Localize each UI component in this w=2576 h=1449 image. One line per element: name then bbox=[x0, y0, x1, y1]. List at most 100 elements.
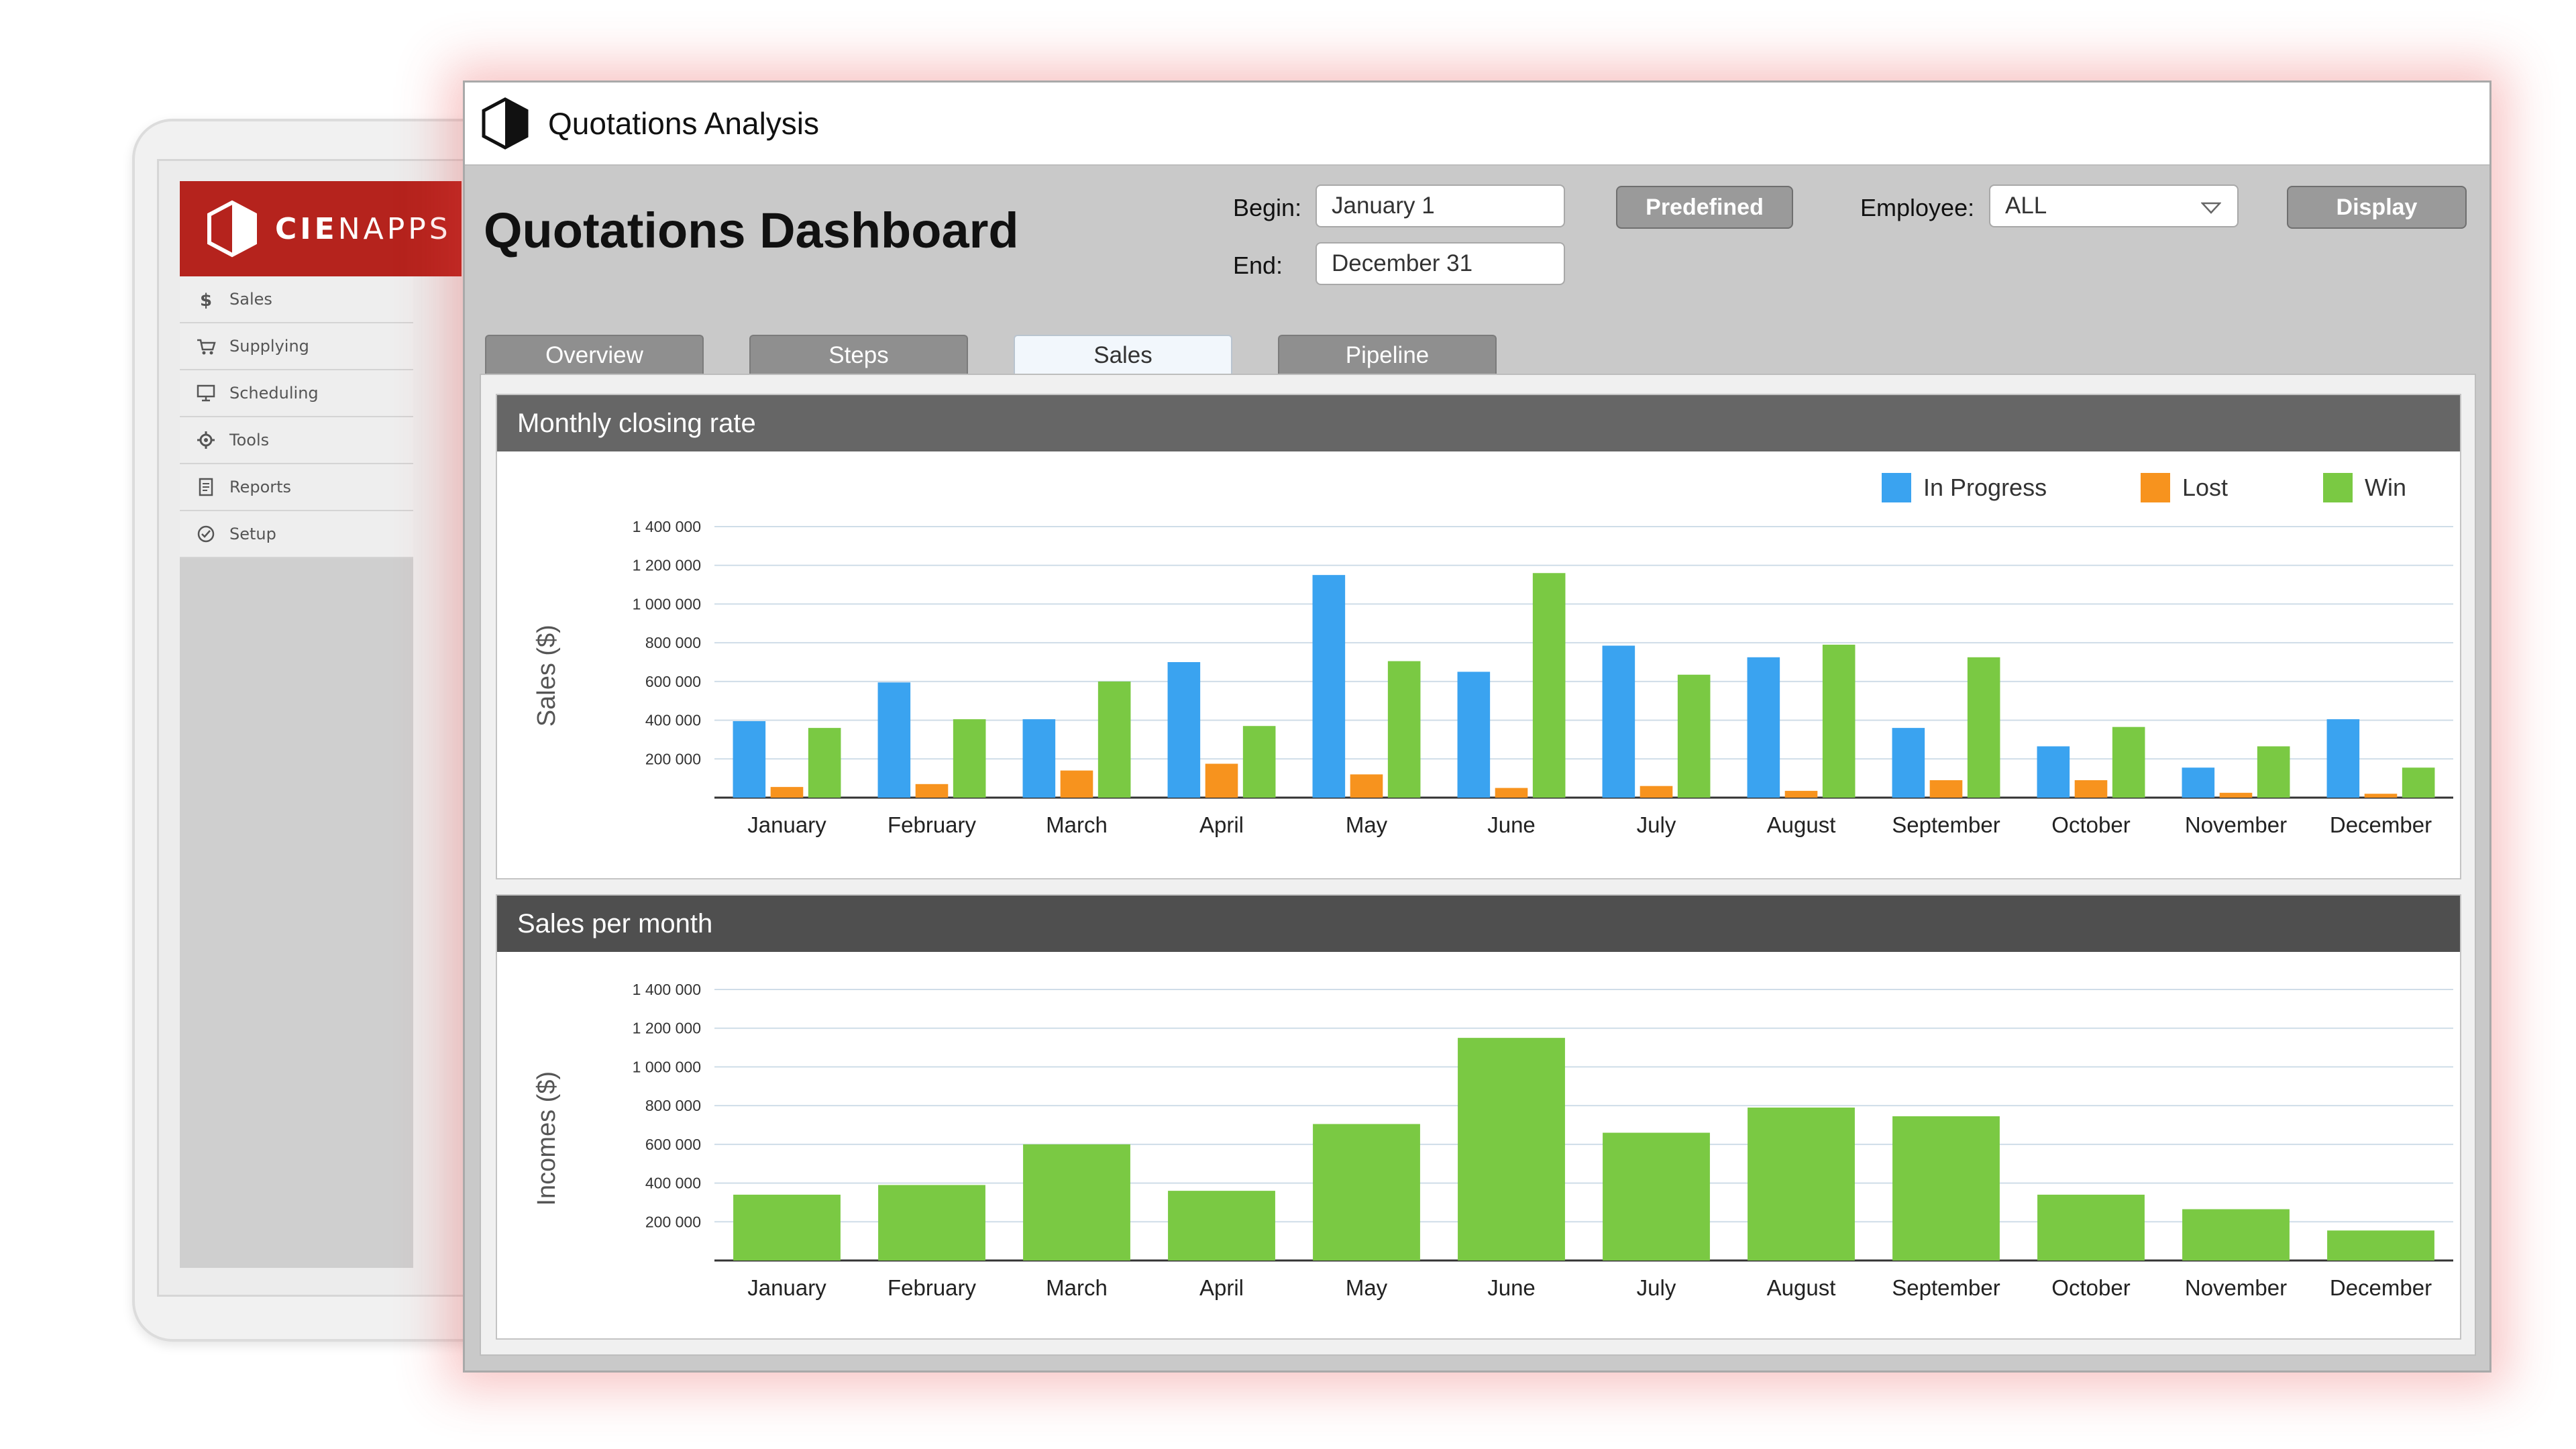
bar[interactable] bbox=[2037, 1194, 2145, 1260]
bar[interactable] bbox=[2327, 1230, 2434, 1260]
bar-in-progress[interactable] bbox=[1892, 728, 1925, 798]
bar-in-progress[interactable] bbox=[877, 682, 911, 798]
panel-title: Sales per month bbox=[497, 896, 2460, 952]
bar-in-progress[interactable] bbox=[1747, 657, 1780, 798]
bar-lost[interactable] bbox=[1350, 774, 1383, 798]
bar-win[interactable] bbox=[808, 728, 841, 798]
bar[interactable] bbox=[1748, 1108, 1855, 1260]
bar-lost[interactable] bbox=[770, 787, 804, 798]
cube-logo-icon bbox=[207, 200, 257, 258]
x-tick-label: December bbox=[2330, 812, 2432, 837]
bar-win[interactable] bbox=[1677, 674, 1711, 798]
x-tick-label: February bbox=[888, 812, 977, 837]
sales-per-month-chart: 200 000 400 000 600 000 800 000 1 000 000 1 2… bbox=[533, 981, 2453, 1300]
brand-header[interactable]: CIENAPPS bbox=[180, 181, 462, 276]
bar-win[interactable] bbox=[2402, 767, 2435, 798]
bar-lost[interactable] bbox=[1205, 763, 1238, 798]
sidebar: CIENAPPS $ Sales Supplying Scheduling To… bbox=[180, 181, 462, 1268]
display-button[interactable]: Display bbox=[2287, 186, 2467, 229]
bar-in-progress[interactable] bbox=[733, 721, 766, 798]
bar[interactable] bbox=[878, 1185, 985, 1260]
x-tick-label: July bbox=[1637, 1275, 1676, 1300]
begin-date-field[interactable]: January 1 bbox=[1316, 184, 1565, 227]
bar-win[interactable] bbox=[2112, 727, 2145, 798]
x-tick-label: September bbox=[1892, 1275, 2000, 1300]
x-tick-label: January bbox=[747, 1275, 826, 1300]
bar-in-progress[interactable] bbox=[1022, 719, 1056, 798]
sidebar-item-label: Tools bbox=[229, 431, 270, 449]
bar[interactable] bbox=[733, 1194, 841, 1260]
y-tick-label: 1 200 000 bbox=[633, 557, 701, 574]
x-tick-label: November bbox=[2185, 1275, 2287, 1300]
bar-in-progress[interactable] bbox=[2326, 719, 2360, 798]
y-tick-label: 1 000 000 bbox=[633, 1058, 701, 1075]
sidebar-item-sales[interactable]: $ Sales bbox=[180, 276, 413, 323]
bar-win[interactable] bbox=[1532, 573, 1566, 798]
bar[interactable] bbox=[1603, 1132, 1710, 1260]
bar[interactable] bbox=[1892, 1116, 2000, 1260]
sidebar-item-setup[interactable]: Setup bbox=[180, 511, 413, 558]
employee-label: Employee: bbox=[1860, 194, 1975, 221]
closing-rate-chart: 200 000 400 000 600 000 800 000 1 000 000 1 2… bbox=[533, 473, 2453, 837]
bar[interactable] bbox=[1458, 1038, 1565, 1260]
y-tick-label: 600 000 bbox=[645, 1136, 701, 1153]
x-tick-label: January bbox=[747, 812, 826, 837]
sidebar-item-supplying[interactable]: Supplying bbox=[180, 323, 413, 370]
sidebar-item-label: Supplying bbox=[229, 337, 309, 356]
x-tick-label: March bbox=[1046, 1275, 1108, 1300]
bar-win[interactable] bbox=[1387, 661, 1421, 798]
bar-win[interactable] bbox=[1967, 657, 2000, 798]
bar-in-progress[interactable] bbox=[1602, 645, 1635, 798]
bar-lost[interactable] bbox=[915, 784, 949, 798]
check-circle-icon bbox=[197, 525, 215, 543]
x-tick-label: October bbox=[2051, 1275, 2130, 1300]
legend-label: Win bbox=[2365, 474, 2406, 501]
sidebar-item-label: Reports bbox=[229, 478, 292, 496]
tab-overview[interactable]: Overview bbox=[485, 335, 704, 375]
bar-in-progress[interactable] bbox=[1312, 575, 1346, 798]
tab-steps[interactable]: Steps bbox=[749, 335, 968, 375]
svg-text:$: $ bbox=[200, 290, 212, 309]
end-label: End: bbox=[1233, 252, 1283, 279]
sidebar-item-label: Sales bbox=[229, 290, 272, 309]
bar-lost[interactable] bbox=[1784, 790, 1818, 798]
bar-in-progress[interactable] bbox=[1457, 672, 1491, 798]
brand-name: CIENAPPS bbox=[275, 211, 451, 246]
x-tick-label: July bbox=[1637, 812, 1676, 837]
bar-in-progress[interactable] bbox=[2182, 767, 2215, 798]
bar-lost[interactable] bbox=[1640, 786, 1673, 798]
bar-win[interactable] bbox=[953, 719, 986, 798]
bar-lost[interactable] bbox=[1495, 788, 1528, 798]
bar-lost[interactable] bbox=[1929, 780, 1963, 798]
bar-win[interactable] bbox=[1242, 726, 1276, 798]
bar[interactable] bbox=[1168, 1191, 1275, 1260]
x-tick-label: March bbox=[1046, 812, 1108, 837]
bar-in-progress[interactable] bbox=[2037, 746, 2070, 798]
employee-select[interactable]: ALL bbox=[1989, 184, 2239, 227]
bar-win[interactable] bbox=[2257, 746, 2290, 798]
y-tick-label: 800 000 bbox=[645, 1097, 701, 1114]
window-title: Quotations Analysis bbox=[548, 106, 820, 141]
x-tick-label: September bbox=[1892, 812, 2000, 837]
title-bar: Quotations Analysis bbox=[465, 83, 2489, 166]
x-tick-label: November bbox=[2185, 812, 2287, 837]
bar[interactable] bbox=[2182, 1209, 2290, 1260]
bar[interactable] bbox=[1023, 1144, 1130, 1260]
bar[interactable] bbox=[1313, 1124, 1420, 1260]
bar-win[interactable] bbox=[1097, 681, 1131, 798]
y-tick-label: 600 000 bbox=[645, 673, 701, 690]
sidebar-item-reports[interactable]: Reports bbox=[180, 464, 413, 511]
tab-sales[interactable]: Sales bbox=[1014, 335, 1232, 375]
sidebar-item-tools[interactable]: Tools bbox=[180, 417, 413, 464]
bar-win[interactable] bbox=[1822, 645, 1856, 798]
dollar-icon: $ bbox=[200, 290, 212, 309]
sidebar-item-scheduling[interactable]: Scheduling bbox=[180, 370, 413, 417]
end-date-field[interactable]: December 31 bbox=[1316, 242, 1565, 285]
bar-in-progress[interactable] bbox=[1167, 662, 1201, 798]
bar-lost[interactable] bbox=[2074, 780, 2108, 798]
bar-lost[interactable] bbox=[1060, 770, 1093, 798]
predefined-button[interactable]: Predefined bbox=[1616, 186, 1793, 229]
bar-lost[interactable] bbox=[2219, 792, 2253, 798]
bar-lost[interactable] bbox=[2364, 794, 2398, 798]
tab-pipeline[interactable]: Pipeline bbox=[1278, 335, 1497, 375]
